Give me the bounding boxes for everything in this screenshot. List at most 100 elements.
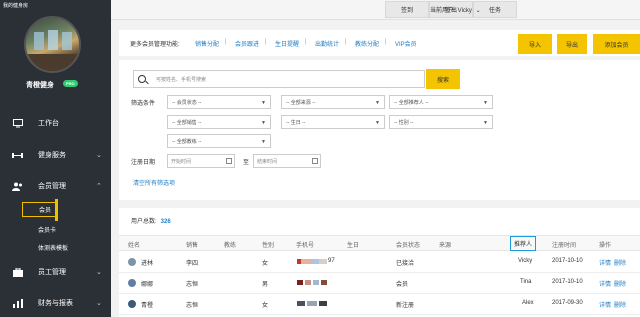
- cell-referrer: Alex: [522, 300, 534, 306]
- cell-sales: 李四: [186, 261, 199, 267]
- end-date-input[interactable]: 结束时间: [253, 154, 321, 168]
- chevron-down-icon: ⌄: [96, 152, 102, 159]
- total-count: 用户总数: 326: [131, 216, 171, 225]
- col-status: 会员状态: [396, 243, 421, 249]
- link-attendance[interactable]: 出勤统计: [315, 39, 339, 48]
- gender-select[interactable]: -- 性别 -- ▼: [389, 115, 493, 129]
- delete-link[interactable]: 删除: [614, 258, 626, 267]
- nav-workbench[interactable]: 工作台: [0, 113, 111, 133]
- current-user-name: Vicky: [457, 8, 472, 14]
- cell-reg-date: 2017-10-10: [552, 258, 583, 264]
- cell-name: 进林: [141, 261, 154, 267]
- nav-finance[interactable]: 财务与报表 ⌄: [0, 293, 111, 313]
- brand-name: 我的健身房: [3, 3, 29, 9]
- nav-finance-label: 财务与报表: [38, 300, 73, 307]
- delete-link[interactable]: 删除: [614, 300, 626, 309]
- cell-status: 会员: [396, 282, 409, 288]
- sidebar: 我的健身房 青橙健身 PRO 工作台 健身服务 ⌄ 会员管理 ⌃ 会员 会员卡 …: [0, 0, 111, 317]
- nav-members[interactable]: 会员管理 ⌃: [0, 176, 111, 196]
- toolbar-title: 更多会员管理功能:: [130, 42, 180, 48]
- monitor-icon: [12, 118, 23, 128]
- link-coach-assign[interactable]: 教练分配: [355, 39, 379, 48]
- col-birthday: 生日: [347, 243, 360, 249]
- top-bar: [111, 0, 640, 20]
- chevron-down-icon: ⌄: [96, 300, 102, 307]
- start-date-input[interactable]: 开始时间: [167, 154, 235, 168]
- source-select[interactable]: -- 全部来源 -- ▼: [281, 95, 385, 109]
- cell-name: 青橙: [141, 303, 154, 309]
- signin-button[interactable]: 签到: [385, 1, 429, 18]
- caret-down-icon: ▼: [483, 100, 488, 106]
- bar-chart-icon: [12, 298, 23, 308]
- chevron-down-icon: ⌄: [96, 269, 102, 276]
- users-icon: [12, 181, 23, 191]
- nav-staff[interactable]: 员工管理 ⌄: [0, 262, 111, 282]
- caret-down-icon: ▼: [375, 120, 380, 126]
- nav-members-label: 会员管理: [38, 183, 66, 190]
- detail-link[interactable]: 详情: [599, 279, 611, 288]
- chevron-down-icon: ⌄: [475, 8, 481, 14]
- caret-down-icon: ▼: [261, 139, 266, 145]
- subnav-member[interactable]: 会员: [22, 199, 59, 221]
- col-gender: 性别: [262, 243, 275, 249]
- avatar: [127, 257, 137, 267]
- shop-name: 青橙健身: [26, 82, 54, 89]
- caret-down-icon: ▼: [375, 100, 380, 106]
- cell-status: 新注册: [396, 303, 415, 309]
- avatar: [127, 299, 137, 309]
- briefcase-icon: [12, 267, 23, 277]
- current-user-label: 当前用户:: [430, 8, 456, 14]
- start-date-placeholder: 开始时间: [171, 158, 192, 165]
- link-birthday[interactable]: 生日提醒: [275, 39, 299, 48]
- cell-gender: 女: [262, 261, 269, 267]
- status-select[interactable]: -- 会员状态 -- ▼: [167, 95, 271, 109]
- birthday-select-value: -- 生日 --: [286, 119, 306, 126]
- caret-down-icon: ▼: [261, 100, 266, 106]
- calendar-icon: [312, 158, 318, 164]
- avatar: [127, 278, 137, 288]
- sales-select[interactable]: -- 全部销售 -- ▼: [167, 115, 271, 129]
- search-input[interactable]: 可按姓名、手机号搜索: [133, 70, 425, 88]
- birthday-select[interactable]: -- 生日 -- ▼: [281, 115, 385, 129]
- cell-gender: 男: [262, 282, 269, 288]
- to-label: 至: [243, 160, 250, 166]
- link-sales-assign[interactable]: 销售分配: [195, 39, 219, 48]
- subnav-template[interactable]: 体测表模板: [38, 243, 68, 252]
- referrer-select-value: -- 全部推荐人 --: [394, 99, 429, 106]
- export-button[interactable]: 导出: [557, 34, 587, 54]
- search-icon: [138, 75, 146, 83]
- clear-filters-link[interactable]: 清空所有筛选项: [133, 178, 175, 187]
- end-date-placeholder: 结束时间: [257, 158, 278, 165]
- col-coach: 教练: [224, 243, 237, 249]
- search-button[interactable]: 搜索: [426, 69, 460, 89]
- detail-link[interactable]: 详情: [599, 258, 611, 267]
- date-label: 注册日期: [131, 160, 156, 166]
- link-vip[interactable]: VIP会员: [395, 39, 417, 48]
- cell-status: 已接洽: [396, 261, 415, 267]
- cell-reg-date: 2017-10-10: [552, 279, 583, 285]
- col-actions: 操作: [599, 243, 612, 249]
- col-phone: 手机号: [296, 243, 315, 249]
- subnav-card[interactable]: 会员卡: [38, 225, 56, 234]
- cell-reg-date: 2017-09-30: [552, 300, 583, 306]
- nav-staff-label: 员工管理: [38, 269, 66, 276]
- caret-down-icon: ▼: [261, 120, 266, 126]
- nav-fitness[interactable]: 健身服务 ⌄: [0, 145, 111, 165]
- cell-referrer: Tina: [520, 279, 532, 285]
- col-name: 姓名: [128, 243, 141, 249]
- link-follow-up[interactable]: 会员跟进: [235, 39, 259, 48]
- caret-down-icon: ▼: [483, 120, 488, 126]
- coach-select[interactable]: -- 全部教练 -- ▼: [167, 134, 271, 148]
- current-user[interactable]: 当前用户: Vicky ⌄: [430, 5, 481, 14]
- status-select-value: -- 会员状态 --: [172, 99, 202, 106]
- detail-link[interactable]: 详情: [599, 300, 611, 309]
- import-button[interactable]: 导入: [518, 34, 552, 54]
- nav-fitness-label: 健身服务: [38, 152, 66, 159]
- referrer-select[interactable]: -- 全部推荐人 -- ▼: [389, 95, 493, 109]
- col-source: 来源: [439, 243, 452, 249]
- search-placeholder: 可按姓名、手机号搜索: [156, 77, 207, 83]
- delete-link[interactable]: 删除: [614, 279, 626, 288]
- cell-phone-tail: 97: [328, 258, 335, 264]
- add-member-button[interactable]: 添加会员: [593, 34, 640, 54]
- source-select-value: -- 全部来源 --: [286, 99, 316, 106]
